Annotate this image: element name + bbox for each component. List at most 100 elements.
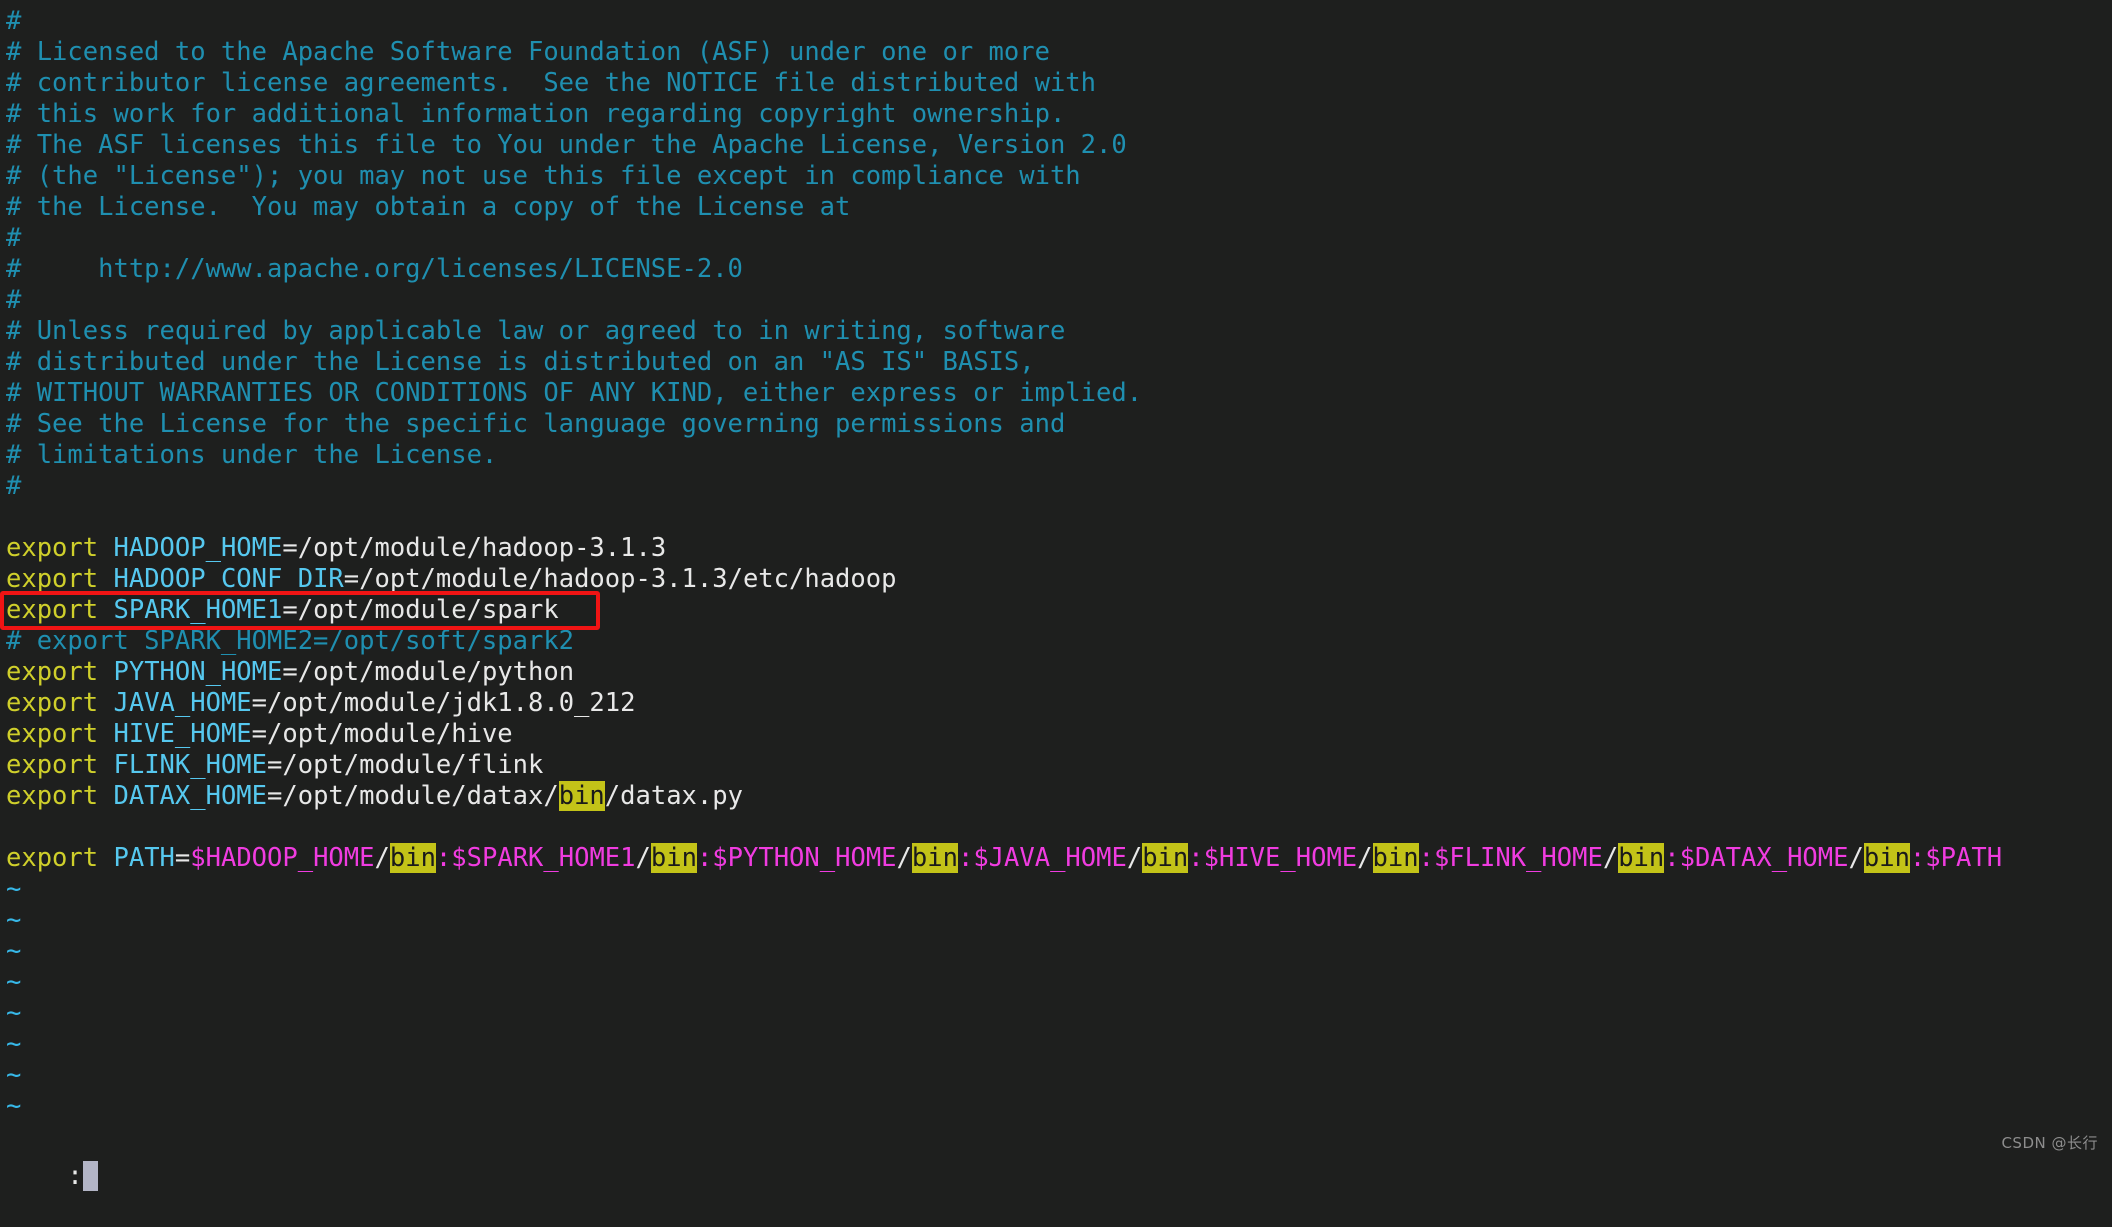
path-slash: /: [1357, 843, 1373, 873]
code-line-comment: # http://www.apache.org/licenses/LICENSE…: [0, 254, 2112, 285]
export-keyword: export: [6, 688, 99, 718]
comment-text: #: [6, 6, 22, 36]
code-line-comment: # WITHOUT WARRANTIES OR CONDITIONS OF AN…: [0, 378, 2112, 409]
csdn-watermark: CSDN @长行: [2001, 1134, 2098, 1152]
code-line-export: export FLINK_HOME=/opt/module/flink: [0, 750, 2112, 781]
path-variable-ref: $HADOOP_HOME: [190, 843, 375, 873]
vim-buffer[interactable]: # # Licensed to the Apache Software Found…: [0, 6, 2112, 1122]
path-colon: :: [1909, 843, 1926, 873]
env-var-value: /opt/module/hadoop-3.1.3: [297, 533, 667, 563]
env-var-name: FLINK_HOME: [113, 750, 268, 780]
comment-text: # (the "License"); you may not use this …: [6, 161, 1081, 191]
code-line-comment: # contributor license agreements. See th…: [0, 68, 2112, 99]
tilde-glyph: ~: [6, 998, 22, 1028]
export-keyword: export: [6, 719, 99, 749]
path-variable-ref: $HIVE_HOME: [1203, 843, 1358, 873]
vim-status-line[interactable]: :: [0, 1125, 2112, 1191]
comment-text: #: [6, 285, 22, 315]
comment-text: #: [6, 471, 22, 501]
env-var-value: /datax.py: [604, 781, 743, 811]
equals-sign: =: [267, 781, 283, 811]
env-var-value: /opt/module/python: [297, 657, 575, 687]
export-keyword: export: [6, 564, 99, 594]
path-variable-ref: $FLINK_HOME: [1433, 843, 1603, 873]
equals-sign: =: [251, 688, 268, 718]
vim-terminal-window[interactable]: # # Licensed to the Apache Software Found…: [0, 0, 2112, 1191]
code-line-comment: # See the License for the specific langu…: [0, 409, 2112, 440]
code-line-comment: #: [0, 223, 2112, 254]
search-match-highlight: bin: [911, 843, 958, 873]
env-var-name: DATAX_HOME: [113, 781, 268, 811]
env-var-value: /opt/module/spark: [297, 595, 559, 625]
comment-text: # See the License for the specific langu…: [6, 409, 1066, 439]
env-var-value: /opt/module/flink: [282, 750, 544, 780]
tilde-glyph: ~: [6, 1060, 22, 1090]
code-line-export: export PYTHON_HOME=/opt/module/python: [0, 657, 2112, 688]
path-slash: /: [896, 843, 912, 873]
vim-command-prompt: :: [67, 1161, 83, 1191]
env-var-value: /opt/module/hive: [267, 719, 513, 749]
tilde-glyph: ~: [6, 874, 22, 904]
comment-text: # this work for additional information r…: [6, 99, 1066, 129]
path-variable-ref: $SPARK_HOME1: [451, 843, 636, 873]
tilde-glyph: ~: [6, 967, 22, 997]
env-var-name: SPARK_HOME1: [113, 595, 283, 625]
path-colon: :: [1418, 843, 1434, 873]
comment-text: # http://www.apache.org/licenses/LICENSE…: [6, 254, 743, 284]
export-keyword: export: [6, 595, 99, 625]
env-var-value: /opt/module/datax/: [282, 781, 559, 811]
search-match-highlight: bin: [1863, 843, 1910, 873]
code-line-export: export SPARK_HOME1=/opt/module/spark: [0, 595, 2112, 626]
code-line-comment: # distributed under the License is distr…: [0, 347, 2112, 378]
code-line-path-export: export PATH=$HADOOP_HOME/bin:$SPARK_HOME…: [0, 843, 2112, 874]
vim-empty-line-marker: ~: [0, 874, 2112, 905]
path-slash: /: [1126, 843, 1143, 873]
comment-text: # limitations under the License.: [6, 440, 498, 470]
export-keyword: export: [6, 533, 99, 563]
code-line-comment: # Licensed to the Apache Software Founda…: [0, 37, 2112, 68]
code-line-comment: # this work for additional information r…: [0, 99, 2112, 130]
tilde-glyph: ~: [6, 1091, 22, 1121]
path-variable-ref: $DATAX_HOME: [1679, 843, 1849, 873]
vim-empty-line-marker: ~: [0, 905, 2112, 936]
tilde-glyph: ~: [6, 1029, 22, 1059]
path-slash: /: [635, 843, 651, 873]
comment-text: # WITHOUT WARRANTIES OR CONDITIONS OF AN…: [6, 378, 1143, 408]
search-match-highlight: bin: [389, 843, 436, 873]
comment-text: # Unless required by applicable law or a…: [6, 316, 1066, 346]
code-line-export: export HIVE_HOME=/opt/module/hive: [0, 719, 2112, 750]
text-cursor: [82, 1161, 98, 1191]
env-var-name: JAVA_HOME: [113, 688, 252, 718]
code-line-comment: #: [0, 6, 2112, 37]
comment-text: # Licensed to the Apache Software Founda…: [6, 37, 1050, 67]
env-var-value: /opt/module/jdk1.8.0_212: [267, 688, 636, 718]
equals-sign: =: [251, 719, 268, 749]
code-line-comment: # (the "License"); you may not use this …: [0, 161, 2112, 192]
equals-sign: =: [282, 657, 298, 687]
env-var-name: PATH: [113, 843, 175, 873]
vim-empty-line-marker: ~: [0, 998, 2112, 1029]
vim-empty-line-marker: ~: [0, 967, 2112, 998]
equals-sign: =: [282, 595, 298, 625]
code-line-comment: # export SPARK_HOME2=/opt/soft/spark2: [0, 626, 2112, 657]
comment-text: # The ASF licenses this file to You unde…: [6, 130, 1127, 160]
export-keyword: export: [6, 750, 99, 780]
code-line-comment: # the License. You may obtain a copy of …: [0, 192, 2112, 223]
code-line-comment: # The ASF licenses this file to You unde…: [0, 130, 2112, 161]
code-line-export: export HADOOP_CONF_DIR=/opt/module/hadoo…: [0, 564, 2112, 595]
vim-empty-line-marker: ~: [0, 1029, 2112, 1060]
equals-sign: =: [267, 750, 283, 780]
code-line-export: export DATAX_HOME=/opt/module/datax/bin/…: [0, 781, 2112, 812]
tilde-glyph: ~: [6, 936, 22, 966]
vim-empty-line-marker: ~: [0, 1060, 2112, 1091]
path-slash: /: [1602, 843, 1619, 873]
search-match-highlight: bin: [1618, 843, 1665, 873]
vim-empty-line-marker: ~: [0, 936, 2112, 967]
comment-text: # export SPARK_HOME2=/opt/soft/spark2: [6, 626, 575, 656]
env-var-name: HADOOP_HOME: [113, 533, 283, 563]
code-line-comment: # limitations under the License.: [0, 440, 2112, 471]
env-var-name: HADOOP_CONF_DIR: [113, 564, 344, 594]
comment-text: # the License. You may obtain a copy of …: [6, 192, 851, 222]
